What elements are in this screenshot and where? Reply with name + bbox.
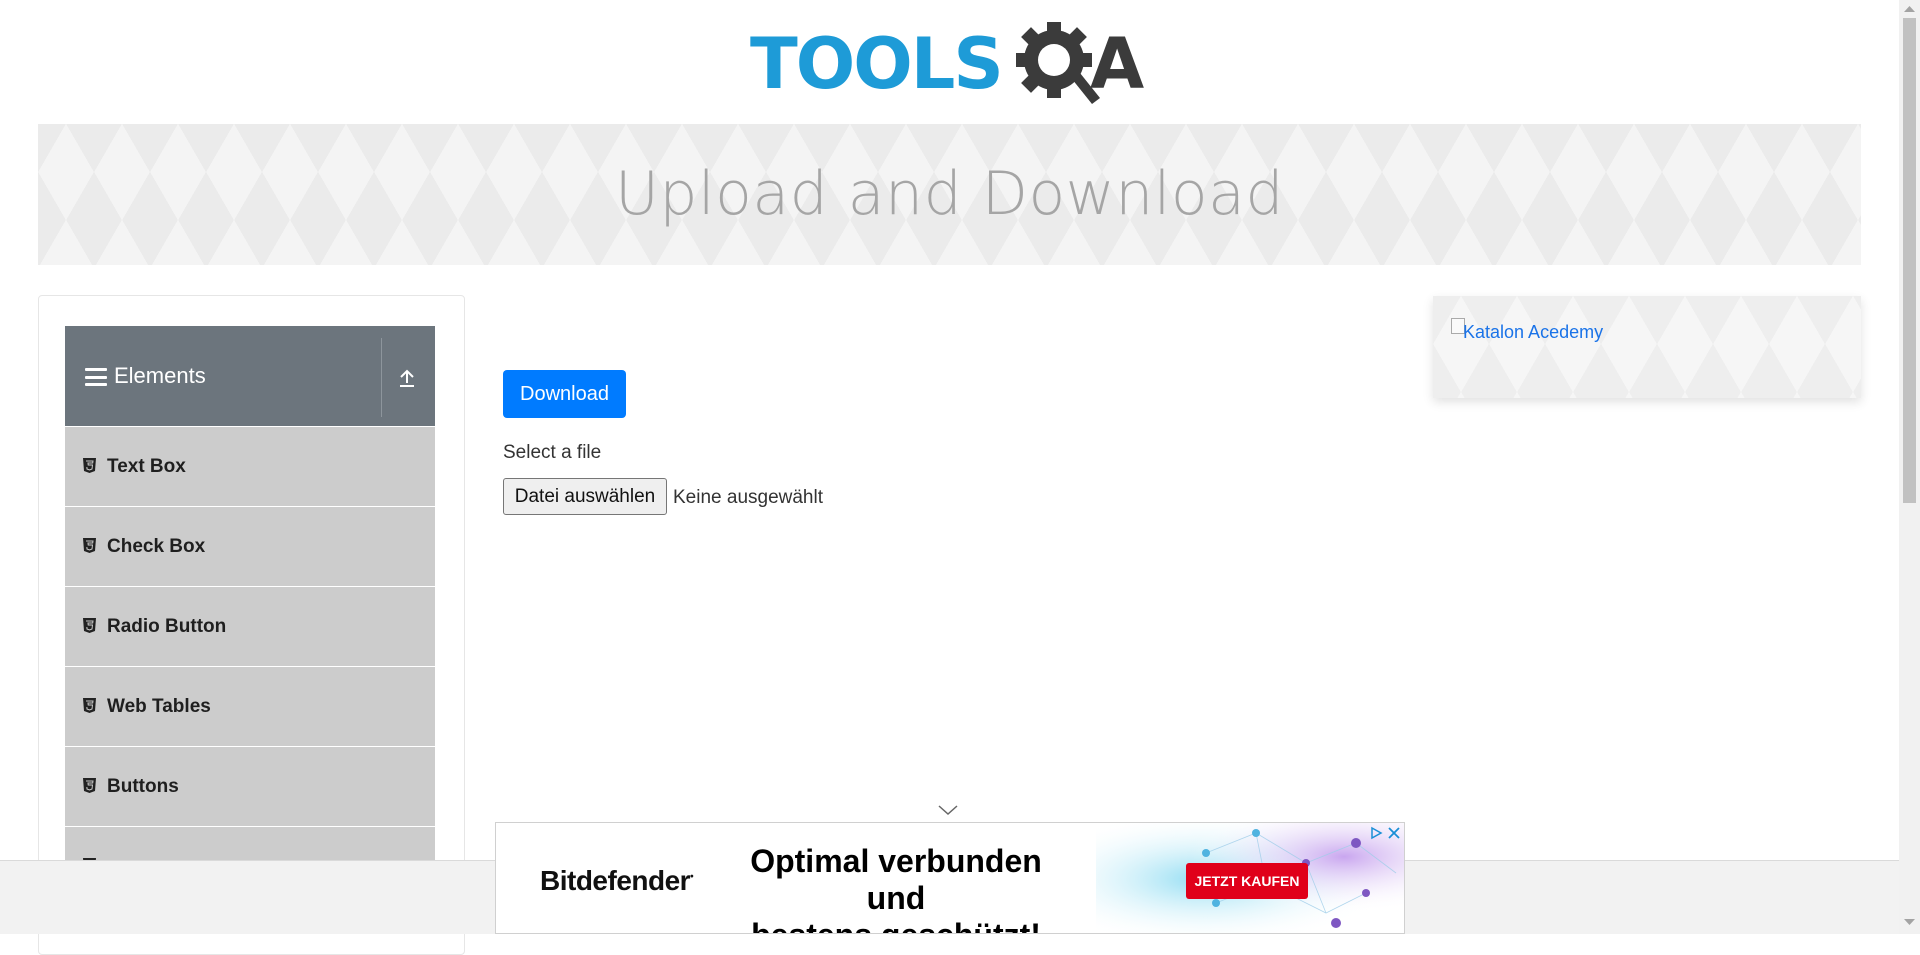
file-status-text: Keine ausgewählt (673, 487, 823, 508)
sidebar-item-label: Text Box (107, 456, 186, 477)
group-title: Elements (114, 363, 206, 388)
sidebar-item-check-box[interactable]: Check Box (65, 506, 435, 586)
html5-icon (83, 618, 96, 633)
html5-icon (83, 778, 96, 793)
sidebar-item-label: Radio Button (107, 616, 227, 637)
sidebar-menu: Text Box Check Box Radio Button Web Tabl… (65, 426, 435, 906)
ad-brand: Bitdefender• (540, 865, 694, 896)
sidebar-item-web-tables[interactable]: Web Tables (65, 666, 435, 746)
page-scrollbar[interactable] (1899, 0, 1920, 934)
select-file-label: Select a file (503, 442, 602, 463)
sidebar-item-label: Web Tables (107, 696, 211, 717)
sidebar-item-label: Check Box (107, 536, 206, 557)
page-title: Upload and Download (614, 159, 1284, 229)
sidebar-item-label: Buttons (107, 776, 179, 797)
sidebar-item-radio-button[interactable]: Radio Button (65, 586, 435, 666)
bitdefender-ad[interactable]: Bitdefender• Optimal verbunden und beste… (495, 822, 1405, 934)
adchoices-icon[interactable] (1368, 825, 1384, 841)
scroll-up-icon[interactable] (1904, 5, 1915, 13)
menu-icon (85, 368, 107, 386)
ad-alt-text[interactable]: Katalon Acedemy (1463, 322, 1603, 343)
header-divider (381, 338, 382, 417)
close-icon[interactable] (1386, 825, 1402, 841)
ad-headline: Optimal verbunden und bestens geschützt! (750, 843, 1042, 933)
scrollbar-thumb[interactable] (1903, 18, 1916, 503)
buy-now-button[interactable]: JETZT KAUFEN (1186, 863, 1308, 899)
logo-text: TOOLS (750, 23, 1004, 105)
scroll-down-icon[interactable] (1904, 918, 1915, 926)
page-banner: Upload and Download (38, 124, 1861, 265)
html5-icon (83, 538, 96, 553)
chevron-down-icon[interactable] (937, 804, 959, 816)
upload-arrow-icon[interactable] (395, 366, 419, 390)
katalon-ad[interactable]: Katalon Acedemy (1433, 296, 1861, 398)
elements-group-header[interactable]: Elements (65, 326, 435, 426)
site-logo[interactable]: TOOLS A (750, 18, 1160, 113)
html5-icon (83, 458, 96, 473)
gear-magnifier-icon (1016, 22, 1100, 104)
sidebar-item-text-box[interactable]: Text Box (65, 426, 435, 506)
left-panel: Elements Text Box Check Box Radio Button… (38, 295, 465, 955)
sidebar-item-buttons[interactable]: Buttons (65, 746, 435, 826)
download-button[interactable]: Download (503, 370, 626, 418)
html5-icon (83, 698, 96, 713)
choose-file-button[interactable]: Datei auswählen (503, 478, 667, 515)
logo-text-a: A (1090, 23, 1145, 105)
